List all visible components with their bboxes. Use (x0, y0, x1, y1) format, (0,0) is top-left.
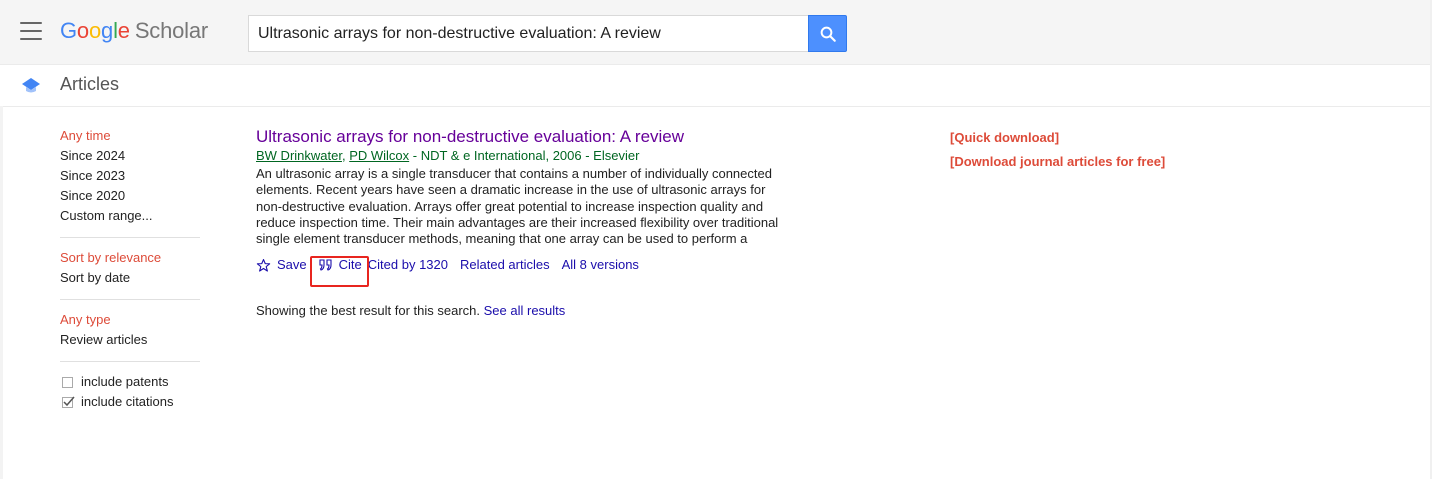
page-title: Articles (60, 74, 120, 94)
filter-custom-range[interactable]: Custom range... (60, 206, 200, 226)
include-patents-label: include patents (81, 374, 169, 389)
include-patents-checkbox[interactable]: include patents (60, 372, 200, 392)
search-input[interactable] (248, 15, 808, 52)
filter-sidebar: Any time Since 2024 Since 2023 Since 202… (60, 126, 200, 412)
cited-by-link[interactable]: Cited by 1320 (368, 256, 448, 274)
filter-since-2024[interactable]: Since 2024 (60, 146, 200, 166)
download-journal-articles-link[interactable]: [Download journal articles for free] (950, 153, 1165, 171)
divider (60, 361, 200, 362)
quote-icon (319, 259, 332, 271)
left-border (0, 106, 3, 479)
google-scholar-logo[interactable]: Google Scholar (60, 16, 208, 46)
graduation-cap-icon (22, 78, 40, 93)
all-versions-link[interactable]: All 8 versions (562, 256, 639, 274)
divider (60, 299, 200, 300)
filter-any-type[interactable]: Any type (60, 310, 200, 330)
star-icon (256, 258, 271, 272)
author-link[interactable]: PD Wilcox (349, 148, 409, 163)
filter-since-2020[interactable]: Since 2020 (60, 186, 200, 206)
filter-any-time[interactable]: Any time (60, 126, 200, 146)
result-source: - NDT & e International, 2006 - Elsevier (409, 148, 640, 163)
sort-by-relevance[interactable]: Sort by relevance (60, 248, 200, 268)
see-all-results-link[interactable]: See all results (484, 303, 566, 318)
quick-download-link[interactable]: [Quick download] (950, 129, 1165, 147)
download-links: [Quick download] [Download journal artic… (950, 129, 1165, 177)
result-actions: Save Cite Cited by 1320 Related articles… (256, 256, 784, 274)
best-result-note: Showing the best result for this search.… (256, 303, 566, 318)
sort-by-date[interactable]: Sort by date (60, 268, 200, 288)
checkbox-checked[interactable] (62, 396, 75, 408)
result-title-link[interactable]: Ultrasonic arrays for non-destructive ev… (256, 127, 784, 147)
cite-button[interactable]: Cite (319, 256, 362, 274)
top-header: Google Scholar (0, 0, 1432, 65)
articles-bar: Articles (0, 65, 1432, 107)
related-articles-link[interactable]: Related articles (460, 256, 550, 274)
search-icon (820, 26, 836, 42)
filter-review-articles[interactable]: Review articles (60, 330, 200, 350)
include-citations-checkbox[interactable]: include citations (60, 392, 200, 412)
checkbox-unchecked[interactable] (62, 376, 73, 388)
result-meta: BW Drinkwater, PD Wilcox - NDT & e Inter… (256, 148, 640, 163)
search-result: Ultrasonic arrays for non-destructive ev… (256, 127, 784, 274)
search-button[interactable] (808, 15, 847, 52)
menu-icon[interactable] (20, 22, 42, 40)
filter-since-2023[interactable]: Since 2023 (60, 166, 200, 186)
checkmark-icon (63, 396, 75, 406)
save-button[interactable]: Save (256, 256, 307, 274)
author-link[interactable]: BW Drinkwater (256, 148, 342, 163)
result-snippet: An ultrasonic array is a single transduc… (256, 166, 780, 248)
include-citations-label: include citations (81, 394, 174, 409)
search-bar (248, 15, 847, 52)
divider (60, 237, 200, 238)
